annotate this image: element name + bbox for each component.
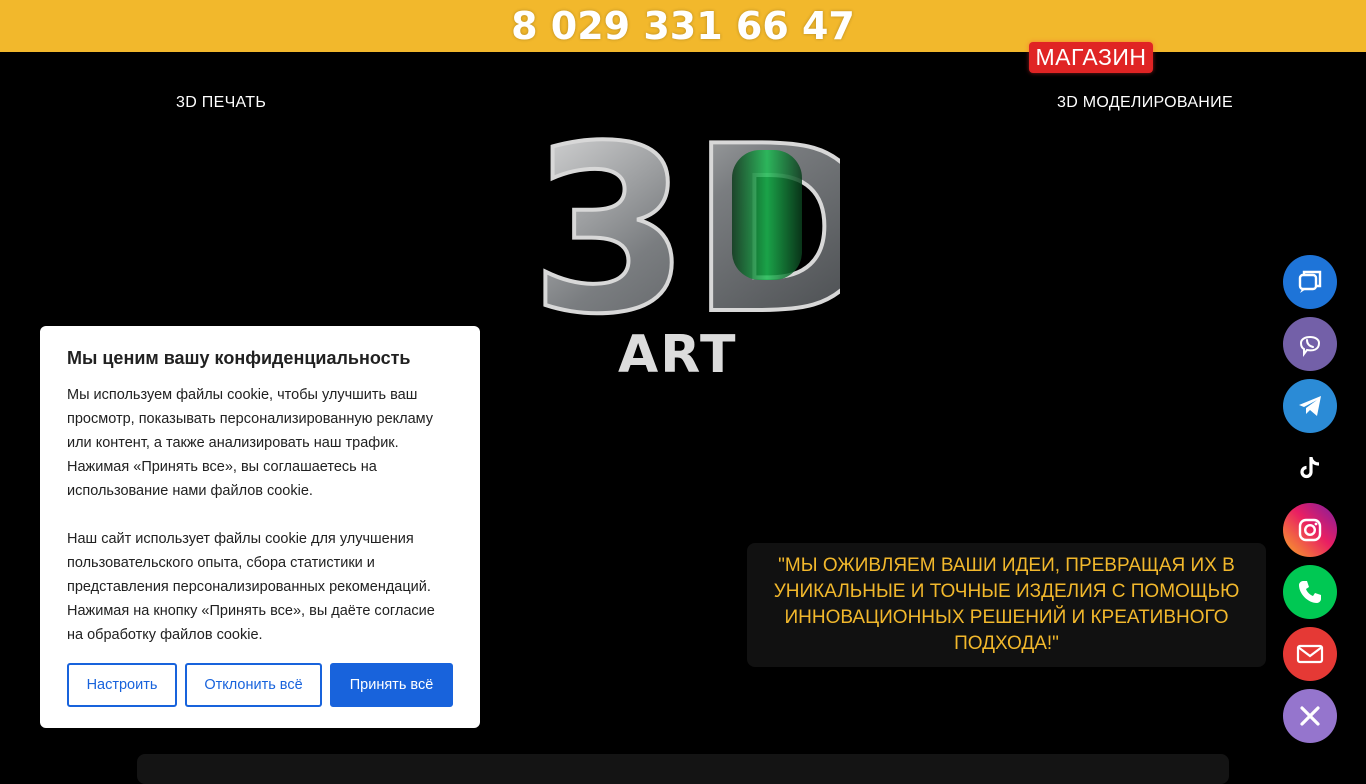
instagram-button[interactable] [1283,503,1337,557]
viber-icon [1299,336,1321,357]
customize-button[interactable]: Настроить [67,663,177,707]
logo-art-text: ART [618,325,737,380]
reject-all-button[interactable]: Отклонить всё [185,663,322,707]
nav-3d-print[interactable]: 3D ПЕЧАТЬ [176,94,266,112]
email-icon [1296,644,1324,664]
close-widget-button[interactable] [1283,689,1337,743]
tiktok-icon [1300,457,1320,479]
tiktok-button[interactable] [1283,441,1337,495]
nav-3d-modeling[interactable]: 3D МОДЕЛИРОВАНИЕ [1057,94,1233,112]
accept-all-button[interactable]: Принять всё [330,663,453,707]
cookie-actions: Настроить Отклонить всё Принять всё [67,663,453,707]
cookie-consent-dialog: Мы ценим вашу конфиденциальность Мы испо… [40,326,480,728]
instagram-icon [1298,518,1322,542]
cookie-paragraph-1: Мы используем файлы cookie, чтобы улучши… [67,387,434,499]
email-button[interactable] [1283,627,1337,681]
site-logo[interactable]: 3D ART [530,80,840,380]
social-buttons [1283,255,1337,751]
phone-button[interactable] [1283,565,1337,619]
telegram-button[interactable] [1283,379,1337,433]
cookie-paragraph-2: Наш сайт использует файлы cookie для улу… [67,531,435,643]
viber-button[interactable] [1283,317,1337,371]
top-bar: 8 029 331 66 47 [0,0,1366,52]
cookie-title: Мы ценим вашу конфиденциальность [67,348,411,368]
content-section [137,754,1229,784]
phone-icon [1299,581,1321,603]
shop-button[interactable]: МАГАЗИН [1029,42,1153,73]
phone-link[interactable]: 8 029 331 66 47 [511,0,855,52]
close-icon [1300,706,1320,726]
chat-icon [1298,270,1322,293]
slogan-box: "МЫ ОЖИВЛЯЕМ ВАШИ ИДЕИ, ПРЕВРАЩАЯ ИХ В У… [747,543,1266,667]
telegram-icon [1299,396,1321,416]
chat-button[interactable] [1283,255,1337,309]
slogan-text: "МЫ ОЖИВЛЯЕМ ВАШИ ИДЕИ, ПРЕВРАЩАЯ ИХ В У… [773,555,1240,654]
